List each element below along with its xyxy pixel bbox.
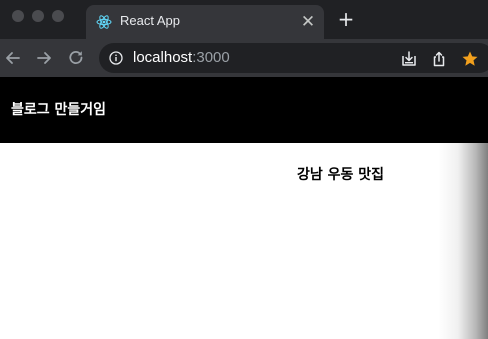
window-minimize-button[interactable] <box>32 10 44 22</box>
window-close-button[interactable] <box>12 10 24 22</box>
url-port: :3000 <box>192 49 230 66</box>
browser-toolbar: localhost:3000 <box>0 39 488 77</box>
new-tab-button[interactable]: + <box>336 9 356 29</box>
tab-strip: React App ✕ + <box>0 0 488 39</box>
back-arrow-icon[interactable] <box>3 48 23 68</box>
page-viewport: 블로그 만들거임 강남 우동 맛집 <box>0 77 488 339</box>
url-host: localhost <box>133 49 193 66</box>
devtools-edge-shadow <box>438 143 488 339</box>
reload-icon[interactable] <box>66 48 86 68</box>
blog-logo: 블로그 만들거임 <box>11 102 107 118</box>
browser-window: React App ✕ + localhost:3000 블로그 만들거임 강남… <box>0 0 488 339</box>
address-bar[interactable]: localhost:3000 <box>99 43 488 73</box>
tab-title: React App <box>120 13 180 28</box>
install-app-icon[interactable] <box>400 50 418 68</box>
tab-close-icon[interactable]: ✕ <box>299 13 317 31</box>
black-nav-bar: 블로그 만들거임 <box>0 77 488 143</box>
bookmark-star-icon[interactable] <box>461 50 479 68</box>
url-text[interactable]: localhost:3000 <box>133 49 230 66</box>
share-icon[interactable] <box>430 50 448 68</box>
window-maximize-button[interactable] <box>52 10 64 22</box>
react-logo-icon <box>96 15 112 29</box>
forward-arrow-icon[interactable] <box>34 48 54 68</box>
site-info-icon[interactable] <box>109 51 123 65</box>
post-title: 강남 우동 맛집 <box>297 167 385 183</box>
tab-react-app[interactable]: React App ✕ <box>86 5 324 39</box>
